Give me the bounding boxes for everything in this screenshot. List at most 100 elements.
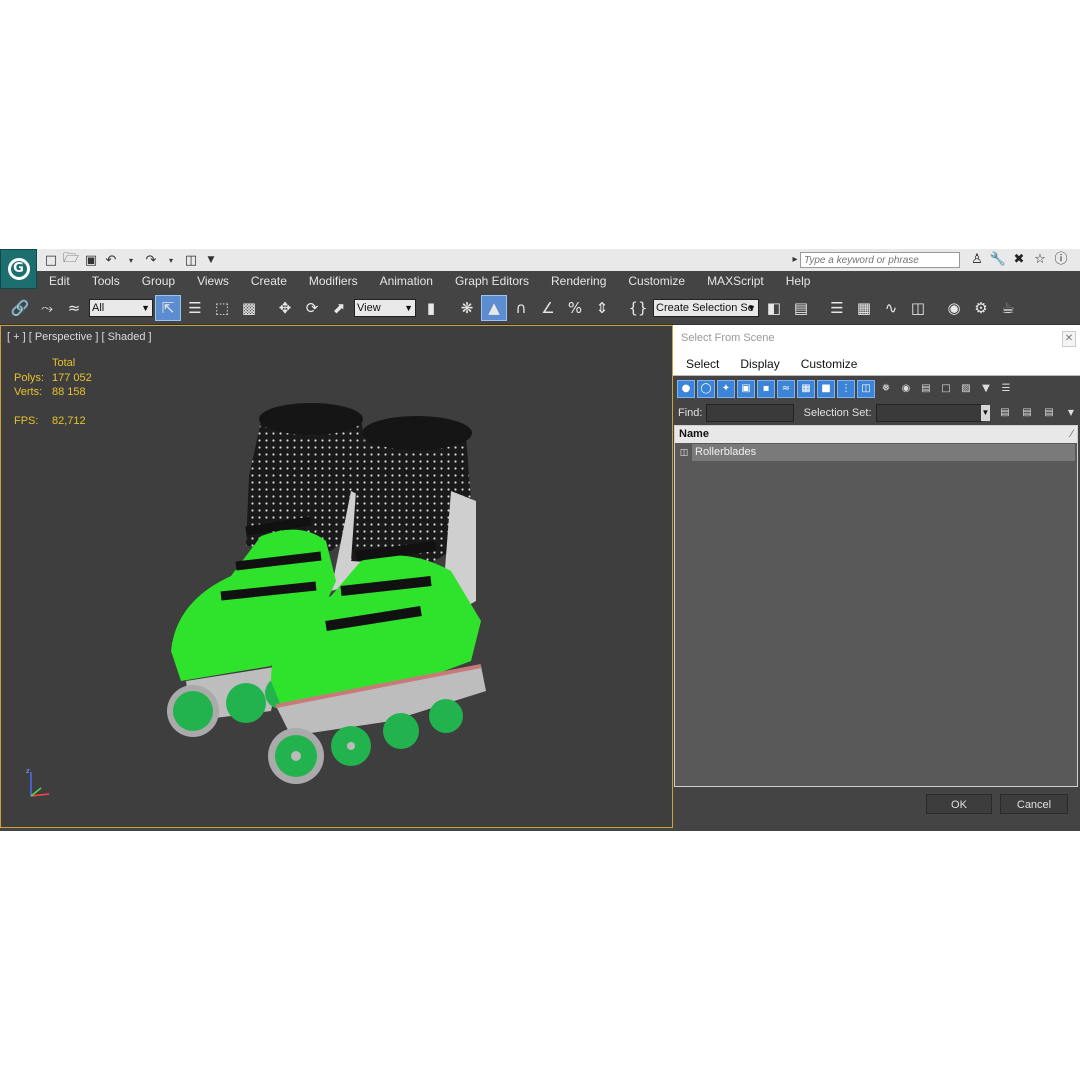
bind-space-warp-icon[interactable]: ≈ bbox=[62, 296, 86, 320]
move-icon[interactable]: ✥ bbox=[273, 296, 297, 320]
xrefs-filter-icon[interactable]: ■ bbox=[817, 380, 835, 398]
max-application: □ 🗁 ▣ ↶ ▾ ↷ ▾ ◫ ▼ ▸ ♙ 🔧 ✖ ☆ ⓘ G Edit Too… bbox=[0, 249, 1080, 831]
graphite-ribbon-icon[interactable]: ▦ bbox=[852, 296, 876, 320]
frozen-filter-icon[interactable]: ❅ bbox=[877, 380, 895, 398]
helpers-filter-icon[interactable]: ▪ bbox=[757, 380, 775, 398]
select-object-icon[interactable]: ⇱ bbox=[155, 294, 181, 321]
render-setup-icon[interactable]: ⚙ bbox=[969, 296, 993, 320]
help-icon[interactable]: ⓘ bbox=[1052, 251, 1070, 269]
filter-funnel-icon[interactable]: ▼ bbox=[977, 380, 995, 398]
rollerblades-model[interactable] bbox=[151, 381, 511, 791]
display-all-icon[interactable]: ▤ bbox=[917, 380, 935, 398]
menu-views[interactable]: Views bbox=[185, 271, 239, 291]
wrench-icon[interactable]: 🔧 bbox=[989, 251, 1007, 269]
lights-filter-icon[interactable]: ✦ bbox=[717, 380, 735, 398]
geometry-filter-icon[interactable]: ● bbox=[677, 380, 695, 398]
save-set-icon[interactable]: ▤ bbox=[996, 404, 1014, 422]
edit-set-icon[interactable]: ▤ bbox=[1018, 404, 1036, 422]
rectangular-selection-icon[interactable]: ⬚ bbox=[210, 296, 234, 320]
align-icon[interactable]: ▤ bbox=[789, 296, 813, 320]
window-crossing-icon[interactable]: ▩ bbox=[237, 296, 261, 320]
spinner-snap-icon[interactable]: ⇕ bbox=[590, 296, 614, 320]
invert-display-icon[interactable]: ▨ bbox=[957, 380, 975, 398]
containers-filter-icon[interactable]: ◫ bbox=[857, 380, 875, 398]
link-icon[interactable]: 🔗 bbox=[8, 296, 32, 320]
collapse-arrow-icon[interactable]: ▸ bbox=[790, 250, 800, 270]
options-arrow-icon[interactable]: ▼ bbox=[1062, 404, 1080, 422]
list-item-name[interactable]: Rollerblades bbox=[692, 444, 1075, 461]
bones-filter-icon[interactable]: ⋮ bbox=[837, 380, 855, 398]
list-item[interactable]: ◫ Rollerblades bbox=[675, 444, 1077, 461]
angle-snap-icon[interactable]: ∠ bbox=[536, 296, 560, 320]
menu-modifiers[interactable]: Modifiers bbox=[297, 271, 368, 291]
dialog-menu-display[interactable]: Display bbox=[727, 357, 787, 371]
cameras-filter-icon[interactable]: ▣ bbox=[737, 380, 755, 398]
star-icon[interactable]: ☆ bbox=[1031, 251, 1049, 269]
shapes-filter-icon[interactable]: ◯ bbox=[697, 380, 715, 398]
menu-rendering[interactable]: Rendering bbox=[539, 271, 616, 291]
named-selection-sets-dropdown[interactable]: Create Selection Se ▼ bbox=[653, 298, 759, 317]
selection-set-dropdown[interactable]: ▼ bbox=[875, 404, 990, 422]
hierarchy-filter-icon[interactable]: ☰ bbox=[997, 380, 1015, 398]
menu-group[interactable]: Group bbox=[130, 271, 185, 291]
fps-label: FPS: bbox=[14, 414, 39, 427]
dialog-menu-select[interactable]: Select bbox=[673, 357, 727, 371]
manipulate-icon[interactable]: ❋ bbox=[455, 296, 479, 320]
pivot-center-icon[interactable]: ▮ bbox=[419, 296, 443, 320]
hidden-filter-icon[interactable]: ◉ bbox=[897, 380, 915, 398]
menu-customize[interactable]: Customize bbox=[616, 271, 695, 291]
keyboard-shortcut-override-icon[interactable]: ▲ bbox=[481, 294, 507, 321]
undo-icon[interactable]: ↶ bbox=[102, 251, 120, 269]
fps-value: 82,712 bbox=[52, 414, 86, 427]
close-icon[interactable]: ✕ bbox=[1062, 331, 1076, 347]
search-input[interactable] bbox=[800, 252, 960, 268]
menu-animation[interactable]: Animation bbox=[368, 271, 443, 291]
project-icon[interactable]: ◫ bbox=[182, 251, 200, 269]
ok-button[interactable]: OK bbox=[926, 794, 992, 814]
percent-snap-icon[interactable]: % bbox=[563, 296, 587, 320]
layer-manager-icon[interactable]: ☰ bbox=[825, 296, 849, 320]
dialog-menu-customize[interactable]: Customize bbox=[788, 357, 866, 371]
menu-maxscript[interactable]: MAXScript bbox=[695, 271, 774, 291]
delete-set-icon[interactable]: ▤ bbox=[1040, 404, 1058, 422]
viewport-label[interactable]: [ + ] [ Perspective ] [ Shaded ] bbox=[7, 331, 152, 343]
toolbar-separator bbox=[446, 296, 452, 320]
perspective-viewport[interactable]: [ + ] [ Perspective ] [ Shaded ] Total P… bbox=[0, 325, 673, 828]
unlink-icon[interactable]: ⤳ bbox=[35, 296, 59, 320]
find-input[interactable] bbox=[706, 404, 794, 422]
mirror-icon[interactable]: ◧ bbox=[762, 296, 786, 320]
cancel-button[interactable]: Cancel bbox=[1000, 794, 1068, 814]
curve-editor-icon[interactable]: ∿ bbox=[879, 296, 903, 320]
schematic-view-icon[interactable]: ◫ bbox=[906, 296, 930, 320]
menu-graph-editors[interactable]: Graph Editors bbox=[443, 271, 539, 291]
material-editor-icon[interactable]: ◉ bbox=[942, 296, 966, 320]
find-label: Find: bbox=[678, 407, 703, 419]
rotate-icon[interactable]: ⟳ bbox=[300, 296, 324, 320]
edit-named-selection-icon[interactable]: {} bbox=[626, 296, 650, 320]
binoculars-icon[interactable]: ♙ bbox=[968, 251, 986, 269]
application-menu-button[interactable]: G bbox=[0, 249, 37, 289]
groups-filter-icon[interactable]: ▦ bbox=[797, 380, 815, 398]
selection-filter-dropdown[interactable]: All ▼ bbox=[89, 298, 153, 317]
undo-dropdown-icon[interactable]: ▾ bbox=[122, 251, 140, 269]
column-header-name[interactable]: Name ⁄ bbox=[675, 426, 1077, 443]
menu-tools[interactable]: Tools bbox=[80, 271, 130, 291]
menu-create[interactable]: Create bbox=[239, 271, 297, 291]
render-frame-icon[interactable]: ☕ bbox=[996, 296, 1020, 320]
redo-dropdown-icon[interactable]: ▾ bbox=[162, 251, 180, 269]
qat-more-icon[interactable]: ▼ bbox=[202, 251, 220, 269]
open-folder-icon[interactable]: 🗁 bbox=[62, 251, 80, 269]
redo-icon[interactable]: ↷ bbox=[142, 251, 160, 269]
menu-edit[interactable]: Edit bbox=[37, 271, 80, 291]
snaps-toggle-icon[interactable]: ∩ bbox=[509, 296, 533, 320]
space-warps-filter-icon[interactable]: ≈ bbox=[777, 380, 795, 398]
reference-coordinate-dropdown[interactable]: View ▼ bbox=[354, 298, 416, 317]
display-none-icon[interactable]: □ bbox=[937, 380, 955, 398]
new-file-icon[interactable]: □ bbox=[42, 251, 60, 269]
exchange-icon[interactable]: ✖ bbox=[1010, 251, 1028, 269]
save-icon[interactable]: ▣ bbox=[82, 251, 100, 269]
scene-object-list[interactable]: Name ⁄ ◫ Rollerblades bbox=[674, 425, 1078, 787]
scale-icon[interactable]: ⬈ bbox=[327, 296, 351, 320]
select-by-name-icon[interactable]: ☰ bbox=[183, 296, 207, 320]
menu-help[interactable]: Help bbox=[774, 271, 821, 291]
